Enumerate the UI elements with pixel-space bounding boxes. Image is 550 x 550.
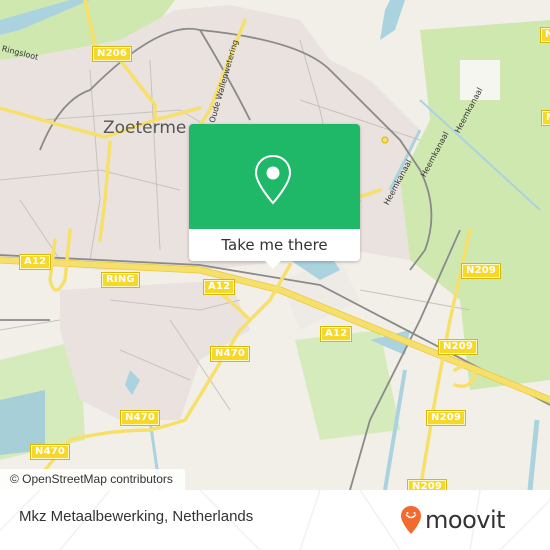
moovit-pin-icon xyxy=(401,506,421,534)
map-canal xyxy=(527,419,540,490)
road-shield-n206: N206 xyxy=(91,46,133,62)
city-label-zoetermeer: Zoeterme xyxy=(103,118,187,138)
road-shield-n470: N470 xyxy=(119,410,161,426)
road-shield-partial: N xyxy=(540,27,550,43)
road-shield-partial: N xyxy=(541,110,550,126)
map-water xyxy=(380,0,405,40)
moovit-logo[interactable]: moovit xyxy=(400,502,506,538)
map-view[interactable]: N206 A12 RING A12 A12 N470 N470 N470 N20… xyxy=(0,0,550,490)
take-me-there-button[interactable]: Take me there xyxy=(189,229,360,261)
map-roundabout xyxy=(381,136,389,144)
road-shield-n209: N209 xyxy=(460,263,502,279)
popup-header xyxy=(189,124,360,229)
map-pin-icon xyxy=(254,154,292,205)
road-shield-n209: N209 xyxy=(406,479,448,490)
brand-wordmark: moovit xyxy=(425,506,506,534)
road-shield-a12: A12 xyxy=(319,326,353,342)
map-area-grass xyxy=(295,330,400,440)
road-shield-n470: N470 xyxy=(209,346,251,362)
road-shield-n470: N470 xyxy=(29,444,71,460)
place-name: Mkz Metaalbewerking, Netherlands xyxy=(19,508,254,525)
location-popup: Take me there xyxy=(189,124,360,269)
popup-tail xyxy=(264,260,282,269)
road-shield-ring: RING xyxy=(101,272,140,288)
footer-bar: Mkz Metaalbewerking, Netherlands moovit xyxy=(0,490,550,550)
road-shield-n209: N209 xyxy=(425,410,467,426)
road-shield-n209: N209 xyxy=(437,339,479,355)
road-shield-a12: A12 xyxy=(202,279,236,295)
map-attribution[interactable]: © OpenStreetMap contributors xyxy=(0,469,185,490)
road-shield-a12: A12 xyxy=(18,254,52,270)
